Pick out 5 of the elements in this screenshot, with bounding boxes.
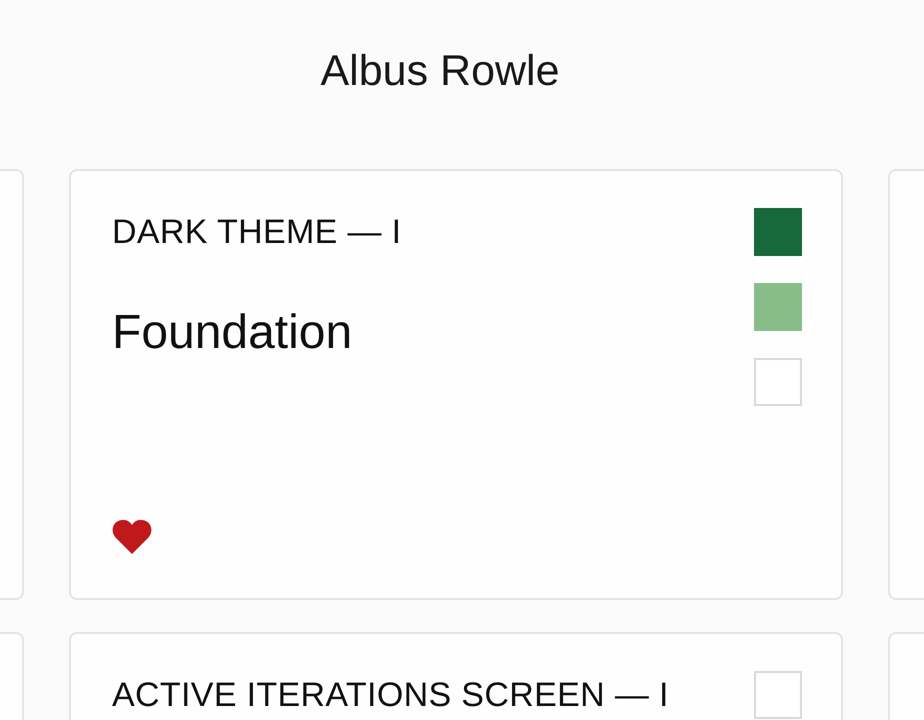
card-title: Foundation (112, 305, 354, 361)
card-label: DARK THEME — I (112, 212, 402, 252)
page-title: Albus Rowle (320, 46, 560, 96)
heart-icon[interactable] (112, 519, 152, 555)
card-label: ACTIVE ITERATIONS SCREEN — I (112, 675, 670, 715)
